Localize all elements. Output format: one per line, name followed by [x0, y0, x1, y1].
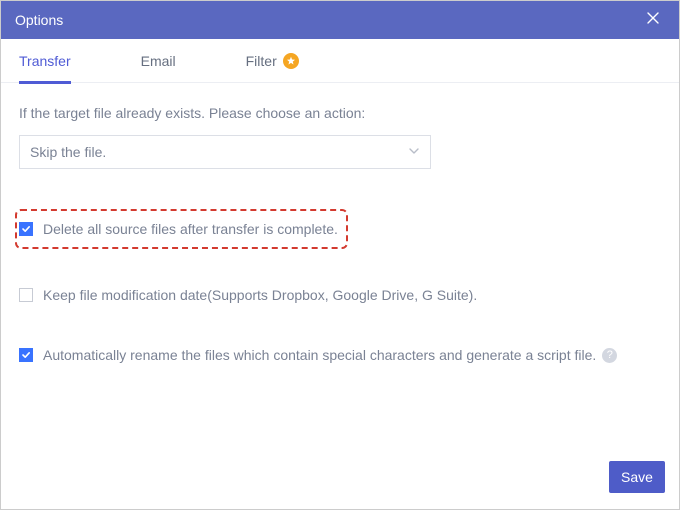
chevron-down-icon [408, 144, 420, 160]
help-icon[interactable]: ? [602, 348, 617, 363]
conflict-action-select[interactable]: Skip the file. [19, 135, 431, 169]
save-button[interactable]: Save [609, 461, 665, 493]
option-autorename: Automatically rename the files which con… [19, 343, 661, 367]
checkbox-delete-source[interactable] [19, 222, 33, 236]
tab-email[interactable]: Email [141, 39, 176, 83]
dialog-title: Options [15, 12, 63, 28]
titlebar: Options [1, 1, 679, 39]
option-autorename-label: Automatically rename the files which con… [43, 347, 596, 363]
tab-filter[interactable]: Filter [246, 39, 299, 83]
tab-transfer[interactable]: Transfer [19, 39, 71, 83]
option-keep-date-label: Keep file modification date(Supports Dro… [43, 287, 477, 303]
footer: Save [609, 461, 665, 493]
instruction-text: If the target file already exists. Pleas… [19, 105, 661, 121]
option-delete-source-label: Delete all source files after transfer i… [43, 221, 338, 237]
star-icon [283, 53, 299, 69]
tab-filter-label: Filter [246, 53, 277, 69]
options-dialog: Options Transfer Email Filter If the tar… [0, 0, 680, 510]
close-icon[interactable] [645, 10, 665, 30]
highlight-annotation: Delete all source files after transfer i… [15, 209, 348, 249]
checkbox-keep-date[interactable] [19, 288, 33, 302]
tabs: Transfer Email Filter [1, 39, 679, 83]
option-delete-source: Delete all source files after transfer i… [19, 217, 338, 241]
content: If the target file already exists. Pleas… [1, 83, 679, 509]
option-delete-source-wrap: Delete all source files after transfer i… [19, 209, 661, 249]
select-value: Skip the file. [30, 144, 106, 160]
option-keep-date: Keep file modification date(Supports Dro… [19, 283, 661, 307]
tab-email-label: Email [141, 53, 176, 69]
tab-transfer-label: Transfer [19, 53, 71, 69]
checkbox-autorename[interactable] [19, 348, 33, 362]
